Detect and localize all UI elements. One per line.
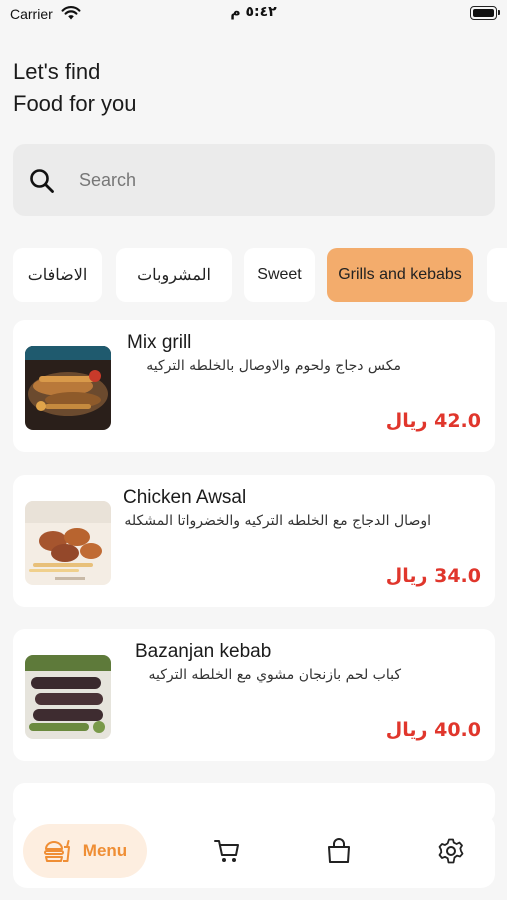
category-label: الاضافات (27, 267, 88, 284)
nav-menu-label: Menu (82, 841, 128, 860)
category-label: Grills and kebabs (338, 266, 462, 283)
item-description: كباب لحم بازنجان مشوي مع الخلطه التركيه (148, 667, 401, 683)
clock: ٥:٤٢ م (230, 4, 277, 20)
gear-icon[interactable] (437, 837, 465, 865)
burger-icon (43, 840, 70, 862)
menu-item-card[interactable]: Chicken Awsal اوصال الدجاج مع الخلطه الت… (13, 475, 495, 607)
nav-menu-button[interactable]: Menu (23, 824, 147, 878)
food-image (25, 655, 111, 739)
item-name: Bazanjan kebab (135, 641, 272, 662)
search-bar[interactable] (13, 144, 495, 216)
bottom-nav: Menu (13, 814, 495, 888)
battery-icon (470, 6, 500, 20)
item-price: 40.0 ريال (385, 719, 481, 741)
item-price: 42.0 ريال (385, 410, 481, 432)
menu-item-card[interactable]: Bazanjan kebab كباب لحم بازنجان مشوي مع … (13, 629, 495, 761)
search-input[interactable] (79, 164, 459, 196)
status-bar: Carrier ٥:٤٢ م (0, 0, 507, 28)
item-name: Mix grill (127, 332, 192, 353)
food-image (25, 346, 111, 430)
item-description: مكس دجاج ولحوم والاوصال بالخلطه التركيه (146, 358, 401, 374)
page-title: Let's find Food for you (13, 56, 137, 120)
food-image (25, 501, 111, 585)
title-line-2: Food for you (13, 91, 137, 116)
search-icon[interactable] (29, 168, 55, 194)
category-tab-additions[interactable]: الاضافات (13, 248, 102, 302)
item-name: Chicken Awsal (123, 487, 247, 508)
bag-icon[interactable] (325, 837, 353, 865)
category-label: المشروبات (137, 267, 211, 284)
category-label: Sweet (257, 266, 302, 283)
menu-item-card[interactable]: Mix grill مكس دجاج ولحوم والاوصال بالخلط… (13, 320, 495, 452)
category-tab-more[interactable] (487, 248, 507, 302)
category-tab-sweet[interactable]: Sweet (244, 248, 315, 302)
category-tabs: الاضافات المشروبات Sweet Grills and keba… (0, 248, 507, 302)
title-line-1: Let's find (13, 59, 101, 84)
category-tab-drinks[interactable]: المشروبات (116, 248, 232, 302)
cart-icon[interactable] (213, 837, 241, 865)
category-tab-grills-and-kebabs[interactable]: Grills and kebabs (327, 248, 473, 302)
item-price: 34.0 ريال (385, 565, 481, 587)
item-description: اوصال الدجاج مع الخلطه التركيه والخضروات… (124, 513, 431, 529)
